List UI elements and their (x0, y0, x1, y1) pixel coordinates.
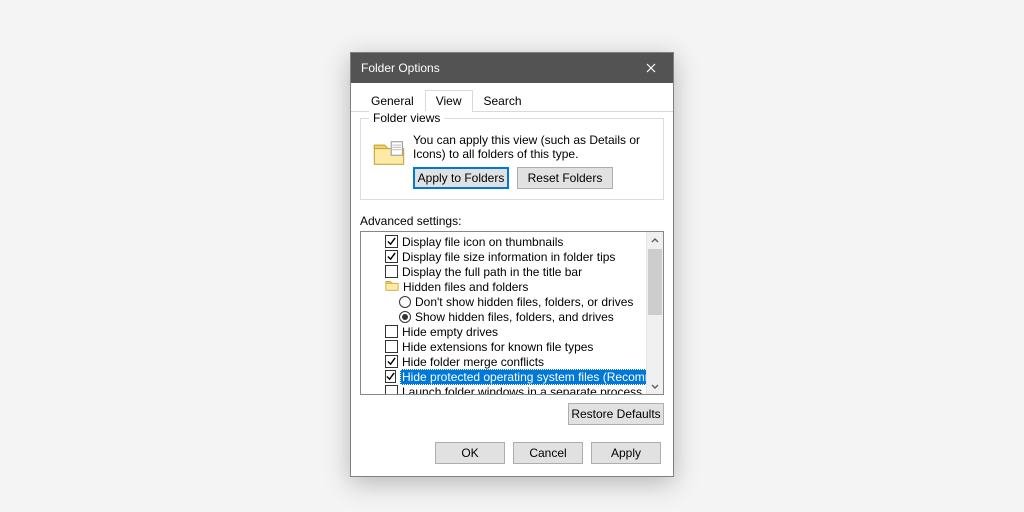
folder-icon (371, 135, 407, 171)
tree-item-label: Display file icon on thumbnails (402, 235, 563, 249)
tree-item[interactable]: Hidden files and folders (361, 279, 646, 294)
checkbox[interactable] (385, 385, 398, 394)
tree-item-label: Don't show hidden files, folders, or dri… (415, 295, 633, 309)
checkbox[interactable] (385, 265, 398, 278)
tree-item-label: Hide empty drives (402, 325, 498, 339)
tree-item[interactable]: Launch folder windows in a separate proc… (361, 384, 646, 394)
tree-item[interactable]: Don't show hidden files, folders, or dri… (361, 294, 646, 309)
tab-search[interactable]: Search (473, 90, 533, 112)
apply-to-folders-button[interactable]: Apply to Folders (413, 167, 509, 189)
vertical-scrollbar[interactable] (646, 232, 663, 394)
folder-views-description: You can apply this view (such as Details… (413, 133, 653, 161)
tab-row: General View Search (351, 83, 673, 112)
checkbox[interactable] (385, 355, 398, 368)
tree-item-label: Display the full path in the title bar (402, 265, 582, 279)
advanced-settings-label: Advanced settings: (360, 214, 664, 228)
close-icon (646, 63, 656, 73)
scroll-down-button[interactable] (647, 377, 663, 394)
dialog-button-row: OK Cancel Apply (351, 434, 673, 476)
checkbox[interactable] (385, 325, 398, 338)
tree-item[interactable]: Hide folder merge conflicts (361, 354, 646, 369)
advanced-settings-tree[interactable]: Display file icon on thumbnailsDisplay f… (360, 231, 664, 395)
tree-item-label: Hidden files and folders (403, 280, 528, 294)
folder-views-icon (371, 133, 413, 189)
folder-options-dialog: Folder Options General View Search Folde… (350, 52, 674, 477)
tab-view[interactable]: View (425, 90, 473, 112)
view-panel: Folder views You can apply this view (su… (351, 112, 673, 434)
tree-item-label: Display file size information in folder … (402, 250, 615, 264)
checkbox[interactable] (385, 250, 398, 263)
chevron-up-icon (651, 237, 659, 245)
folder-views-group: Folder views You can apply this view (su… (360, 118, 664, 200)
apply-button[interactable]: Apply (591, 442, 661, 464)
radio[interactable] (399, 311, 411, 323)
tree-item-label: Hide extensions for known file types (402, 340, 593, 354)
tree-item[interactable]: Hide protected operating system files (R… (361, 369, 646, 384)
tree-item-label: Launch folder windows in a separate proc… (402, 385, 642, 395)
tree-item-label: Hide folder merge conflicts (402, 355, 544, 369)
radio[interactable] (399, 296, 411, 308)
close-button[interactable] (628, 53, 673, 83)
tree-item[interactable]: Show hidden files, folders, and drives (361, 309, 646, 324)
tree-item[interactable]: Display file size information in folder … (361, 249, 646, 264)
tree-item[interactable]: Hide empty drives (361, 324, 646, 339)
restore-defaults-button[interactable]: Restore Defaults (568, 403, 664, 425)
reset-folders-button[interactable]: Reset Folders (517, 167, 613, 189)
dialog-title: Folder Options (361, 61, 628, 75)
folder-views-title: Folder views (369, 111, 444, 125)
scroll-track[interactable] (647, 249, 663, 377)
folder-icon (385, 278, 399, 295)
titlebar: Folder Options (351, 53, 673, 83)
scroll-up-button[interactable] (647, 232, 663, 249)
tree-item[interactable]: Hide extensions for known file types (361, 339, 646, 354)
ok-button[interactable]: OK (435, 442, 505, 464)
tree-item-label: Show hidden files, folders, and drives (415, 310, 614, 324)
tree-item[interactable]: Display the full path in the title bar (361, 264, 646, 279)
tree-item-label: Hide protected operating system files (R… (400, 369, 646, 385)
checkbox[interactable] (385, 370, 396, 383)
checkbox[interactable] (385, 235, 398, 248)
chevron-down-icon (651, 382, 659, 390)
tree-item[interactable]: Display file icon on thumbnails (361, 234, 646, 249)
scroll-thumb[interactable] (648, 249, 662, 315)
tab-general[interactable]: General (360, 90, 425, 112)
checkbox[interactable] (385, 340, 398, 353)
cancel-button[interactable]: Cancel (513, 442, 583, 464)
